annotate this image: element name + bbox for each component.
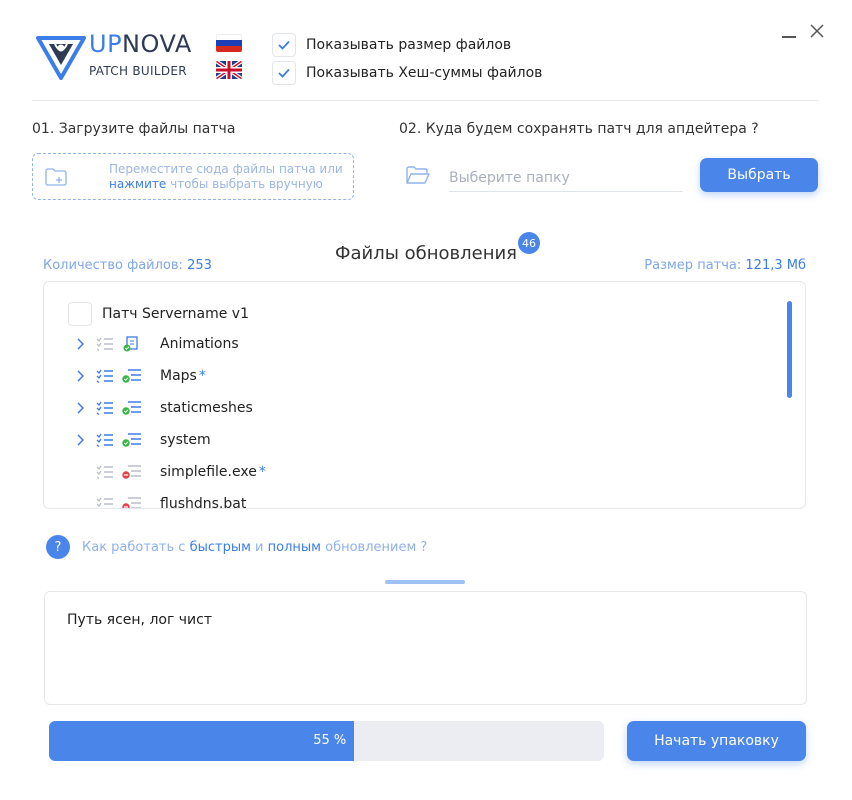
option-show-size: Показывать размер файлов [272, 33, 511, 57]
start-packing-button[interactable]: Начать упаковку [627, 721, 806, 761]
status-removed-icon [122, 465, 141, 479]
root-checkbox[interactable] [68, 302, 92, 326]
patch-size-value: 121,3 Мб [745, 258, 806, 273]
drop-text-1: Переместите сюда файлы патча или [109, 161, 343, 176]
tree-root[interactable]: Патч Servername v1 [68, 302, 249, 326]
help-text: Как работать с быстрым и полным обновлен… [82, 540, 427, 555]
drop-text-2: чтобы выбрать вручную [170, 176, 323, 191]
show-size-label: Показывать размер файлов [306, 37, 512, 53]
tree-row-name: staticmeshes [160, 400, 253, 416]
destination-folder-input[interactable] [449, 164, 683, 192]
show-hash-checkbox[interactable] [272, 61, 296, 85]
list-icon[interactable] [96, 497, 114, 509]
file-count-label: Количество файлов: [43, 258, 183, 273]
tree-row[interactable]: simplefile.exe * [74, 461, 266, 483]
upnova-logo-icon [36, 36, 86, 80]
gb-flag-icon[interactable] [216, 61, 242, 79]
modified-star: * [198, 368, 206, 384]
brand-subtitle: PATCH BUILDER [89, 64, 187, 78]
brand-title-part2: NOVA [122, 30, 192, 58]
list-icon[interactable] [96, 465, 114, 479]
check-icon [278, 68, 290, 78]
tree-row-name: Maps [160, 368, 197, 384]
log-panel: Путь ясен, лог чист [44, 591, 807, 705]
file-ok-icon [123, 336, 138, 352]
patch-size: Размер патча: 121,3 Мб [644, 258, 806, 273]
tree-scrollbar[interactable] [787, 301, 792, 398]
folder-icon[interactable] [406, 166, 430, 185]
choose-folder-button[interactable]: Выбрать [700, 158, 818, 192]
patch-size-label: Размер патча: [644, 258, 742, 273]
tree-row-label: simplefile.exe * [160, 464, 266, 480]
tree-row[interactable]: staticmeshes [74, 397, 255, 419]
list-icon[interactable] [96, 337, 114, 351]
minimize-icon[interactable] [782, 36, 796, 38]
file-count-value: 253 [187, 258, 212, 273]
drop-link[interactable]: нажмите [109, 177, 166, 191]
progress-bar: 55 % [49, 721, 604, 761]
progress-label: 55 % [313, 733, 347, 748]
tree-row-name: flushdns.bat [160, 496, 247, 509]
modified-star: * [258, 464, 266, 480]
tree-row-label: system [160, 432, 213, 448]
tree-row[interactable]: system [74, 429, 213, 451]
file-tree[interactable]: Патч Servername v1 Animations Maps * static… [43, 281, 806, 509]
log-text: Путь ясен, лог чист [67, 612, 212, 628]
tree-row-label: Maps * [160, 368, 206, 384]
show-size-checkbox[interactable] [272, 33, 296, 57]
help-text-2: и [255, 540, 264, 555]
brand-title-part1: UP [89, 30, 123, 58]
header-divider [32, 100, 819, 101]
list-icon[interactable] [96, 401, 114, 415]
option-show-hash: Показывать Хеш-суммы файлов [272, 61, 542, 85]
tree-row[interactable]: flushdns.bat [74, 493, 248, 509]
drop-zone-text: Переместите сюда файлы патча или нажмите… [109, 162, 343, 192]
help-text-3: обновлением ? [325, 540, 428, 555]
help-icon[interactable]: ? [46, 535, 70, 559]
list-icon[interactable] [96, 369, 114, 383]
check-icon [278, 40, 290, 50]
upload-title: 01. Загрузите файлы патча [32, 121, 236, 137]
chevron-right-icon[interactable] [74, 434, 86, 446]
full-update-link[interactable]: полным [268, 540, 321, 555]
files-count-badge: 46 [518, 232, 540, 254]
chevron-right-icon[interactable] [74, 402, 86, 414]
status-ok-icon [122, 433, 141, 447]
file-count: Количество файлов: 253 [43, 258, 212, 273]
destination-title: 02. Куда будем сохранять патч для апдейт… [399, 121, 759, 137]
chevron-right-icon[interactable] [74, 370, 86, 382]
brand-title: UPNOVA [89, 30, 192, 58]
tree-row-label: Animations [160, 336, 241, 352]
tree-row[interactable]: Animations [74, 333, 241, 355]
chevron-right-icon[interactable] [74, 338, 86, 350]
tree-row-name: simplefile.exe [160, 464, 257, 480]
tree-root-label: Патч Servername v1 [102, 306, 249, 322]
tree-row-name: Animations [160, 336, 239, 352]
panel-splitter[interactable] [385, 580, 465, 584]
tree-row[interactable]: Maps * [74, 365, 206, 387]
status-removed-icon [122, 497, 141, 508]
list-icon[interactable] [96, 433, 114, 447]
fast-update-link[interactable]: быстрым [190, 540, 251, 555]
help-text-1: Как работать с [82, 540, 186, 555]
status-ok-icon [122, 401, 141, 415]
progress-fill: 55 % [49, 721, 355, 761]
file-drop-zone[interactable]: Переместите сюда файлы патча или нажмите… [32, 153, 354, 200]
show-hash-label: Показывать Хеш-суммы файлов [306, 65, 543, 81]
tree-row-name: system [160, 432, 211, 448]
folder-add-icon [45, 167, 67, 186]
tree-row-label: flushdns.bat [160, 496, 248, 509]
ru-flag-icon[interactable] [216, 34, 242, 52]
tree-row-label: staticmeshes [160, 400, 255, 416]
status-ok-icon [122, 369, 141, 383]
close-icon[interactable] [808, 22, 826, 40]
